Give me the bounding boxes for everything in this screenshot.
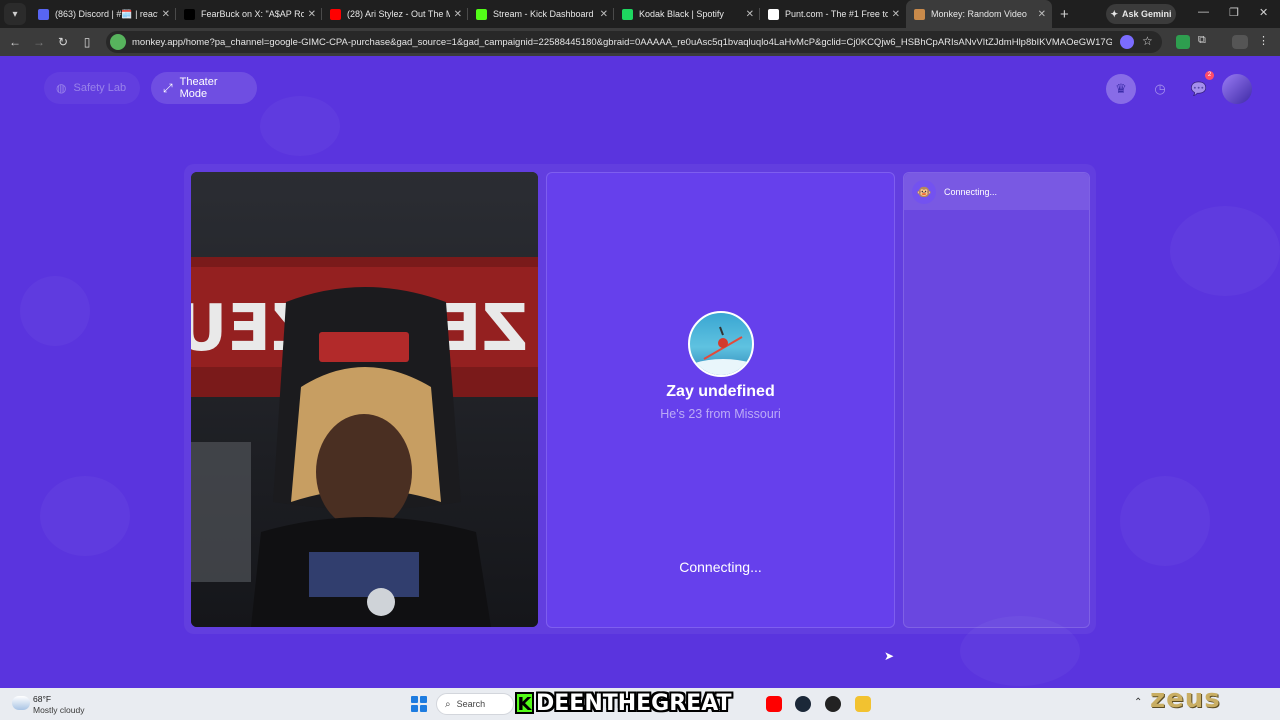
gemini-icon: ✦ — [1110, 8, 1118, 19]
windows-start-icon[interactable] — [411, 696, 427, 712]
theater-mode-label: Theater Mode — [179, 76, 218, 100]
chat-header: 🐵 Connecting... — [904, 173, 1089, 210]
tab-close-icon[interactable]: ✕ — [308, 9, 316, 20]
taskbar-search[interactable]: ⌕ Search — [436, 693, 514, 715]
streamer-name-overlay: K DEENTHEGREAT — [515, 690, 732, 716]
side-panel-icon[interactable]: ▯ — [75, 35, 99, 49]
safety-lab-label: Safety Lab — [73, 82, 127, 94]
extension-badge-icon[interactable] — [1176, 35, 1190, 49]
theater-mode-button[interactable]: ⤢ Theater Mode — [151, 72, 257, 104]
browser-tab[interactable]: (863) Discord | #🗓️ | reacti ✕ — [30, 0, 176, 28]
tab-close-icon[interactable]: ✕ — [1038, 9, 1046, 20]
zeus-watermark-logo: zeus — [1150, 684, 1221, 714]
browser-tab[interactable]: (28) Ari Stylez - Out The Mi ✕ — [322, 0, 468, 28]
tab-title: Stream - Kick Dashboard — [493, 9, 594, 19]
chat-panel: 🐵 Connecting... — [903, 172, 1090, 628]
browser-tab[interactable]: FearBuck on X: "A$AP Rocky ✕ — [176, 0, 322, 28]
ask-gemini-button[interactable]: ✦ Ask Gemini — [1106, 4, 1176, 24]
back-icon[interactable]: ← — [3, 35, 27, 49]
tab-title: Kodak Black | Spotify — [639, 9, 724, 19]
browser-tab[interactable]: Monkey: Random Video ✕ — [906, 0, 1052, 28]
remote-user-avatar[interactable] — [688, 311, 754, 377]
minimize-button[interactable]: — — [1198, 6, 1209, 18]
obs-app-icon[interactable] — [825, 696, 841, 712]
tab-close-icon[interactable]: ✕ — [454, 9, 462, 20]
site-info-icon[interactable] — [110, 34, 126, 50]
browser-tab[interactable]: Kodak Black | Spotify ✕ — [614, 0, 760, 28]
tab-title: (28) Ari Stylez - Out The Mi — [347, 9, 450, 19]
close-window-button[interactable]: ✕ — [1259, 6, 1268, 19]
tab-close-icon[interactable]: ✕ — [892, 9, 900, 20]
ask-gemini-label: Ask Gemini — [1122, 9, 1172, 19]
tab-close-icon[interactable]: ✕ — [162, 9, 170, 20]
tab-search-button[interactable]: ▾ — [4, 3, 26, 25]
restore-button[interactable]: ❐ — [1229, 6, 1239, 19]
browser-tab[interactable]: Punt.com - The #1 Free to P ✕ — [760, 0, 906, 28]
weather-temp: 68°F — [33, 694, 52, 704]
tab-title: (863) Discord | #🗓️ | reacti — [55, 8, 158, 19]
youtube-app-icon[interactable] — [766, 696, 782, 712]
remote-user-name: Zay undefined — [666, 383, 775, 400]
webcam-image: ZEUS ZEUS — [191, 172, 538, 627]
skier-avatar-image — [690, 326, 752, 375]
shield-icon: ◍ — [56, 81, 67, 95]
monkey-icon: 🐵 — [912, 179, 936, 204]
remote-user-info: He's 23 from Missouri — [660, 407, 781, 421]
safety-lab-button[interactable]: ◍ Safety Lab — [44, 72, 140, 104]
forward-icon[interactable]: → — [27, 35, 51, 49]
weather-desc: Mostly cloudy — [33, 705, 85, 715]
avatar[interactable] — [1222, 74, 1252, 104]
tab-title: Punt.com - The #1 Free to P — [785, 9, 888, 19]
tab-title: Monkey: Random Video — [931, 9, 1027, 19]
file-explorer-icon[interactable] — [855, 696, 871, 712]
remote-video-panel: Zay undefined He's 23 from Missouri Conn… — [546, 172, 895, 628]
chat-badge: 2 — [1205, 71, 1214, 80]
tab-favicon-icon — [184, 8, 195, 20]
tab-title: FearBuck on X: "A$AP Rocky — [201, 9, 304, 19]
browser-menu-icon[interactable]: ⋮ — [1258, 34, 1272, 48]
expand-icon: ⤢ — [163, 80, 173, 95]
taskbar-search-label: Search — [456, 699, 486, 709]
tab-favicon-icon — [38, 8, 49, 20]
tab-favicon-icon — [330, 8, 341, 20]
browser-toolbar: ← → ↻ ▯ monkey.app/home?pa_channel=googl… — [0, 28, 1280, 56]
steam-app-icon[interactable] — [795, 696, 811, 712]
chat-icon[interactable]: 💬 2 — [1184, 71, 1214, 104]
history-icon[interactable]: ◷ — [1145, 74, 1175, 104]
cloud-icon — [12, 696, 30, 710]
self-video-feed: ZEUS ZEUS — [191, 172, 538, 627]
bookmark-star-icon[interactable]: ☆ — [1142, 34, 1156, 48]
tab-close-icon[interactable]: ✕ — [746, 9, 754, 20]
tab-strip: (863) Discord | #🗓️ | reacti ✕ FearBuck on… — [30, 0, 1052, 28]
search-icon: ⌕ — [445, 698, 451, 710]
chat-status: Connecting... — [944, 186, 998, 197]
streamer-name: DEENTHEGREAT — [536, 690, 732, 716]
connection-status: Connecting... — [679, 559, 762, 575]
monkey-app-page: ◍ Safety Lab ⤢ Theater Mode ♛ ◷ 💬 2 ZEUS… — [0, 56, 1280, 688]
tab-favicon-icon — [914, 8, 925, 20]
address-bar[interactable]: monkey.app/home?pa_channel=google-GIMC-C… — [106, 31, 1162, 53]
browser-tab[interactable]: Stream - Kick Dashboard ✕ — [468, 0, 614, 28]
tab-favicon-icon — [476, 8, 487, 20]
chat-bubble-icon: 💬 — [1190, 81, 1208, 96]
crown-icon[interactable]: ♛ — [1106, 74, 1136, 104]
tab-close-icon[interactable]: ✕ — [600, 9, 608, 20]
mouse-cursor-icon: ➤ — [884, 649, 895, 663]
browser-tab-bar: ▾ (863) Discord | #🗓️ | reacti ✕ FearBuck … — [0, 0, 1280, 28]
tab-favicon-icon — [622, 8, 633, 20]
tray-chevron-icon[interactable]: ⌃ — [1134, 697, 1142, 708]
extensions-puzzle-icon[interactable]: ⧉ — [1198, 34, 1212, 48]
reload-icon[interactable]: ↻ — [51, 35, 75, 49]
url-text: monkey.app/home?pa_channel=google-GIMC-C… — [132, 36, 1112, 48]
tab-favicon-icon — [768, 8, 779, 20]
extension-icon[interactable] — [1120, 35, 1134, 49]
profile-icon[interactable] — [1232, 35, 1248, 49]
kick-logo-icon: K — [515, 692, 534, 715]
new-tab-button[interactable]: + — [1060, 6, 1069, 23]
